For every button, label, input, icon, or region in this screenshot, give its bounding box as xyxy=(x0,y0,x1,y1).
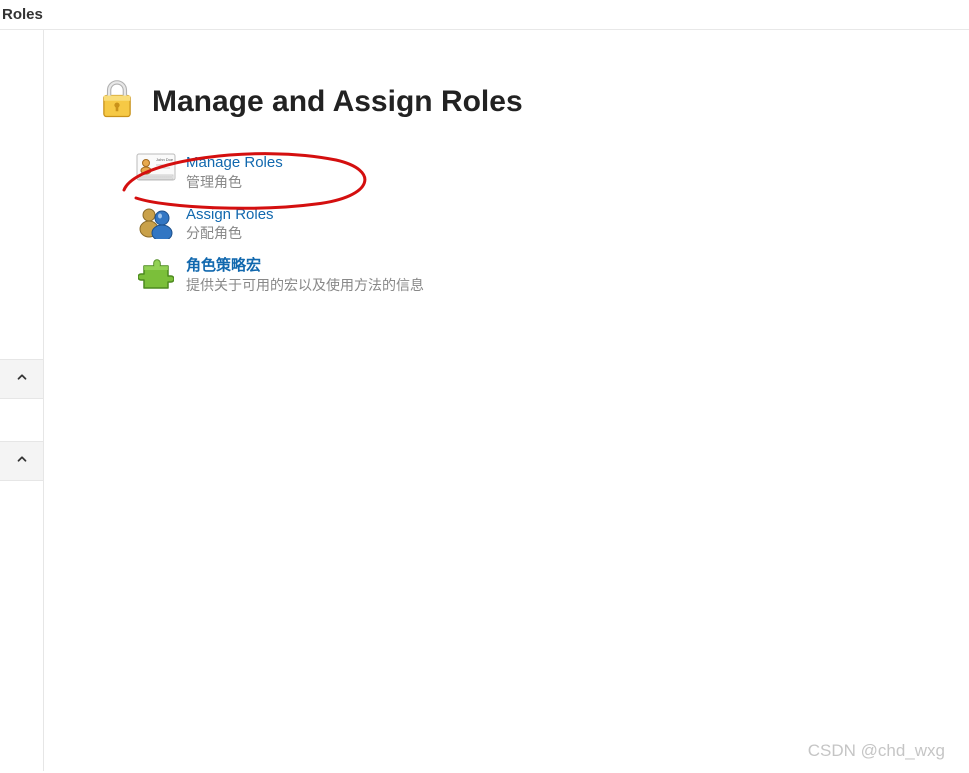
sidebar xyxy=(0,30,44,771)
role-strategy-macros-link[interactable]: 角色策略宏 xyxy=(186,256,424,276)
lock-icon xyxy=(96,78,138,125)
main-content: Manage and Assign Roles John Doe xyxy=(44,30,969,771)
sidebar-collapse-stack xyxy=(0,359,43,481)
people-icon xyxy=(136,205,176,243)
item-manage-roles: John Doe Manage Roles 管理角色 xyxy=(136,153,969,191)
id-card-icon: John Doe xyxy=(136,153,176,191)
watermark: CSDN @chd_wxg xyxy=(808,741,945,761)
chevron-up-icon xyxy=(15,452,29,471)
page-heading: Manage and Assign Roles xyxy=(96,78,969,125)
item-assign-roles: Assign Roles 分配角色 xyxy=(136,205,969,243)
puzzle-icon xyxy=(136,256,176,294)
svg-text:John Doe: John Doe xyxy=(156,157,174,162)
breadcrumb: Roles xyxy=(0,0,969,30)
sidebar-collapse-button-2[interactable] xyxy=(0,441,43,481)
item-role-strategy-macros: 角色策略宏 提供关于可用的宏以及使用方法的信息 xyxy=(136,256,969,294)
page-layout: Manage and Assign Roles John Doe xyxy=(0,30,969,771)
assign-roles-link[interactable]: Assign Roles xyxy=(186,205,274,225)
sidebar-collapse-button-1[interactable] xyxy=(0,359,43,399)
page-title: Manage and Assign Roles xyxy=(152,85,523,119)
manage-roles-desc: 管理角色 xyxy=(186,173,283,191)
manage-roles-link[interactable]: Manage Roles xyxy=(186,153,283,173)
assign-roles-desc: 分配角色 xyxy=(186,224,274,242)
role-strategy-macros-desc: 提供关于可用的宏以及使用方法的信息 xyxy=(186,276,424,294)
items-list: John Doe Manage Roles 管理角色 xyxy=(96,153,969,294)
chevron-up-icon xyxy=(15,370,29,389)
breadcrumb-label: Roles xyxy=(2,6,43,23)
